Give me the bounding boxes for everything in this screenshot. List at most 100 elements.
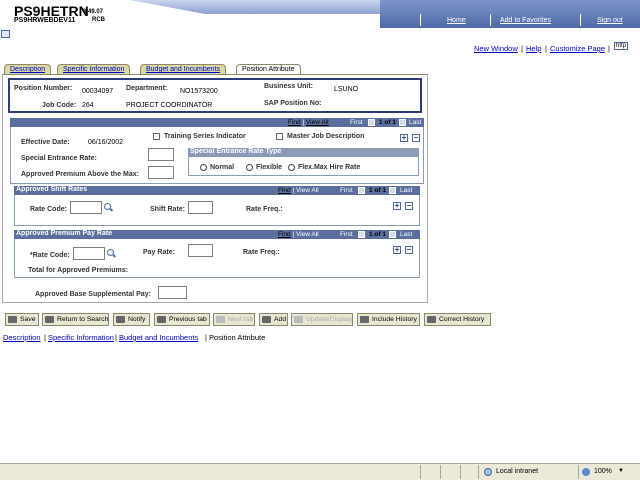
lookup-icon[interactable] [107,249,114,256]
help-link[interactable]: Help [526,44,541,53]
save-button[interactable]: Save [5,313,39,326]
pay-rate-input[interactable] [188,244,213,257]
update-display-label: Update/Display [306,316,353,323]
find-link[interactable]: Find [288,119,301,126]
link-separator: | [44,333,46,342]
return-icon [45,316,54,323]
job-title-value: PROJECT COORDINATOR [126,102,213,109]
status-separator [460,465,461,479]
bottom-link-budget-and-incumbents[interactable]: Budget and Incumbents [119,333,198,342]
delete-row-icon[interactable]: − [412,134,420,142]
app-database: PS9HRWEBDEV11 [14,17,76,24]
return-label: Return to Search [57,316,109,323]
include-history-button[interactable]: Include History [357,313,420,326]
add-row-icon[interactable]: + [393,202,401,210]
add-to-favorites-link[interactable]: Add to Favorites [500,17,551,24]
browser-status-bar: Local intranet 100% ▼ [0,463,640,480]
status-separator [478,465,479,479]
special-entrance-rate-input[interactable] [148,148,174,161]
total-premiums-label: Total for Approved Premiums: [28,267,128,274]
prev-row-button[interactable] [368,119,375,126]
next-tab-label: Next tab [228,316,254,323]
base-supplemental-label: Approved Base Supplemental Pay: [35,291,151,298]
prev-row-button[interactable] [358,187,365,194]
shift-rate-input[interactable] [188,201,213,214]
lookup-icon[interactable] [104,203,111,210]
next-row-button[interactable] [389,231,396,238]
new-window-link[interactable]: New Window [474,44,518,53]
menu-toggle-icon[interactable] [1,30,10,38]
add-row-icon[interactable]: + [393,246,401,254]
status-separator [440,465,441,479]
customize-page-link[interactable]: Customize Page [550,44,605,53]
correct-history-button[interactable]: Correct History [424,313,491,326]
status-separator [578,465,579,479]
department-value: NO1573200 [180,88,218,95]
notify-label: Notify [128,316,146,323]
training-series-label: Training Series Indicator [164,133,246,140]
pay-rate-label: Pay Rate: [143,249,175,256]
view-all-link[interactable]: View All [306,119,329,126]
header-separator [490,14,491,26]
next-row-button[interactable] [389,187,396,194]
add-button[interactable]: Add [259,313,288,326]
home-link[interactable]: Home [447,17,466,24]
add-icon [262,316,271,323]
find-link[interactable]: Find [278,187,291,194]
base-supplemental-input[interactable] [158,286,187,299]
master-job-checkbox[interactable] [276,133,283,140]
business-unit-label: Business Unit: [264,83,314,90]
flexible-radio[interactable] [246,164,253,171]
special-entrance-rate-label: Special Entrance Rate: [21,155,97,162]
next-tab-icon [216,316,225,323]
premium-rate-code-label: *Rate Code: [30,252,70,259]
flex-max-radio[interactable] [288,164,295,171]
row-count: 1 of 1 [379,119,396,126]
last-label: Last [409,119,422,126]
shift-rate-code-label: Rate Code: [30,206,67,213]
effective-date-nav-bar: Find | View All First 1 of 1 Last [10,118,424,127]
premium-rate-code-input[interactable] [73,247,105,260]
row-count: 1 of 1 [369,187,386,194]
entrance-rate-type-title: Special Entrance Rate Type [188,148,419,157]
header-separator [580,14,581,26]
next-row-button[interactable] [399,119,406,126]
approved-premium-input[interactable] [148,166,174,179]
first-label: First [340,187,353,194]
training-series-checkbox[interactable] [153,133,160,140]
http-icon[interactable]: http [614,42,629,50]
position-number-label: Position Number: [14,85,73,92]
shift-rates-title: Approved Shift Rates [16,186,88,193]
last-label: Last [400,187,413,194]
link-separator: | [545,44,547,53]
delete-row-icon[interactable]: − [405,246,413,254]
premium-pay-header: Approved Premium Pay Rate Find | View Al… [14,230,420,239]
premium-pay-title: Approved Premium Pay Rate [16,230,113,237]
app-user: RCB [92,17,105,23]
previous-tab-button[interactable]: Previous tab [154,313,210,326]
zoom-level[interactable]: 100% [594,468,612,475]
bottom-link-specific-information[interactable]: Specific Information [48,333,114,342]
link-separator: | [205,333,207,342]
sign-out-link[interactable]: Sign out [597,17,623,24]
add-row-icon[interactable]: + [400,134,408,142]
normal-radio[interactable] [200,164,207,171]
return-to-search-button[interactable]: Return to Search [42,313,109,326]
correct-history-label: Correct History [439,316,485,323]
find-link[interactable]: Find [278,231,291,238]
position-number-value: 00034097 [82,88,114,95]
shift-rate-code-input[interactable] [70,201,102,214]
delete-row-icon[interactable]: − [405,202,413,210]
bottom-link-description[interactable]: Description [3,333,41,342]
first-label: First [340,231,353,238]
shift-rate-label: Shift Rate: [150,206,185,213]
zoom-icon [582,468,590,476]
prev-row-button[interactable] [358,231,365,238]
master-job-label: Master Job Description [287,133,365,140]
premium-rate-freq-label: Rate Freq.: [243,249,280,256]
zoom-dropdown-icon[interactable]: ▼ [618,468,624,474]
first-label: First [350,119,363,126]
previous-tab-icon [157,316,166,323]
notify-button[interactable]: Notify [113,313,150,326]
last-label: Last [400,231,413,238]
